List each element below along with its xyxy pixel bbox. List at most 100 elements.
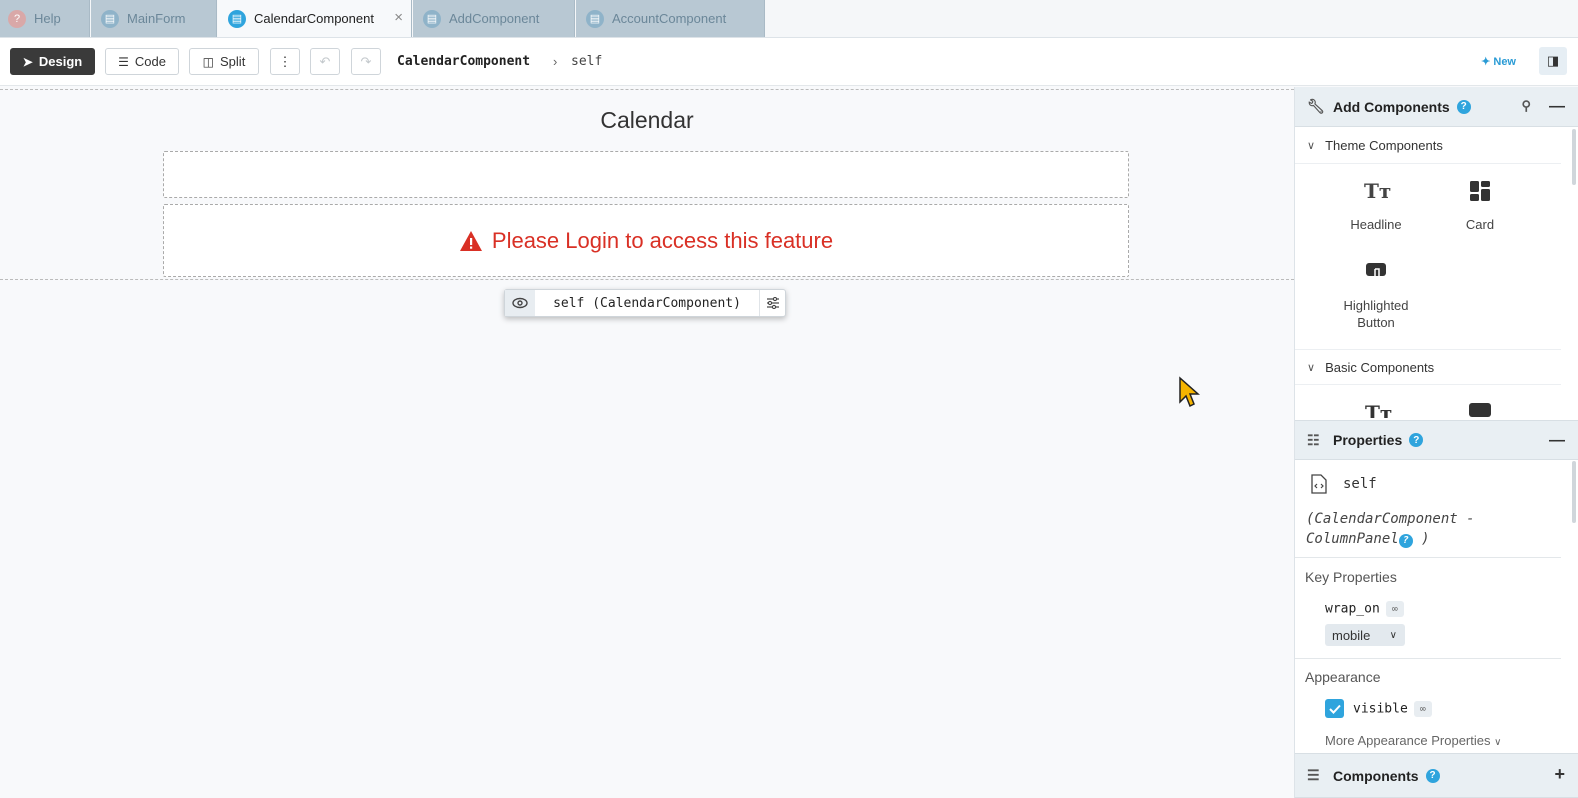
component-settings-button[interactable] — [759, 290, 785, 316]
more-appearance-text: More Appearance Properties — [1325, 733, 1491, 748]
component-label: Card — [1465, 217, 1495, 232]
visible-label: visible ∞ — [1353, 701, 1432, 717]
breadcrumb-separator: › — [553, 54, 558, 69]
close-icon[interactable]: × — [394, 9, 403, 26]
undo-button[interactable]: ↶ — [310, 48, 340, 75]
help-icon[interactable]: ? — [1425, 768, 1440, 783]
component-label: Highlighted Button — [1343, 298, 1409, 330]
wrap-on-label: wrap_on ∞ — [1325, 601, 1404, 617]
document-icon: ▤ — [228, 9, 246, 28]
redo-button[interactable]: ↷ — [351, 48, 381, 75]
wrap-on-select[interactable]: mobile ∨ — [1325, 624, 1405, 646]
tree-icon: ☰ — [1307, 767, 1320, 783]
empty-slot[interactable] — [163, 151, 1129, 198]
more-icon: ⋮ — [278, 53, 292, 69]
undo-icon: ↶ — [319, 53, 331, 69]
split-button[interactable]: ◫ Split — [189, 48, 259, 75]
column-panel[interactable]: Calendar Please Login to access this fea… — [0, 89, 1294, 280]
visible-text: visible — [1353, 701, 1408, 717]
section-label: Theme Components — [1325, 138, 1443, 153]
help-icon[interactable]: ? — [1456, 99, 1471, 114]
properties-title: Properties — [1333, 432, 1403, 448]
design-canvas[interactable]: Calendar Please Login to access this fea… — [0, 87, 1294, 798]
check-icon — [1328, 704, 1341, 714]
document-icon: ▤ — [423, 9, 441, 28]
tab-label: AddComponent — [449, 11, 540, 26]
tab-addcomponent[interactable]: ▤ AddComponent — [413, 0, 575, 37]
help-icon[interactable]: ? — [1409, 433, 1424, 447]
component-type-line2: ColumnPanel — [1306, 531, 1399, 547]
theme-components-section[interactable]: ∨ Theme Components — [1295, 128, 1561, 164]
file-code-icon — [1311, 474, 1327, 494]
components-header[interactable]: ☰ Components ? + — [1295, 753, 1578, 798]
wrap-on-value: mobile — [1332, 627, 1371, 643]
selection-label[interactable]: self (CalendarComponent) — [535, 296, 759, 311]
sliders-icon: ☷ — [1307, 431, 1320, 448]
link-icon[interactable]: ∞ — [1413, 701, 1432, 717]
appearance-label: Appearance — [1305, 669, 1381, 685]
search-icon[interactable]: ⚲ — [1521, 98, 1531, 114]
add-components-title: Add Components — [1333, 98, 1450, 115]
more-appearance-link[interactable]: More Appearance Properties ∨ — [1325, 733, 1501, 748]
highlighted-button-component[interactable]: Highlighted Button — [1326, 259, 1426, 331]
visible-checkbox[interactable] — [1325, 699, 1344, 718]
document-icon: ▤ — [586, 9, 604, 28]
component-name: self — [1343, 476, 1377, 492]
new-button[interactable]: ✦ New — [1481, 55, 1516, 68]
toolbar: ➤ Design ☰ Code ◫ Split ⋮ ↶ ↷ CalendarCo… — [0, 38, 1578, 86]
chevron-down-icon: ∨ — [1494, 737, 1502, 748]
new-label: New — [1493, 56, 1516, 68]
tab-label: Help — [34, 11, 61, 26]
panel-toggle-button[interactable]: ◨ — [1539, 47, 1567, 75]
link-icon[interactable]: ∞ — [1385, 601, 1404, 617]
basic-components-list: Tт — [1295, 387, 1561, 418]
component-label: Headline — [1350, 217, 1402, 232]
design-button[interactable]: ➤ Design — [10, 48, 95, 75]
help-icon: ? — [8, 9, 26, 28]
login-message: Please Login to access this feature — [491, 227, 834, 253]
card-component[interactable]: Card — [1430, 179, 1530, 232]
scrollbar[interactable] — [1572, 461, 1576, 523]
visibility-toggle[interactable] — [505, 290, 535, 316]
tab-accountcomponent[interactable]: ▤ AccountComponent — [576, 0, 765, 37]
components-title: Components — [1333, 767, 1419, 784]
chevron-down-icon: ∨ — [1389, 629, 1397, 641]
design-label: Design — [38, 54, 83, 69]
properties-header[interactable]: ☷ Properties ? — — [1295, 420, 1578, 460]
code-button[interactable]: ☰ Code — [105, 48, 179, 75]
component-type: (CalendarComponent - ColumnPanel? ) — [1306, 509, 1475, 549]
side-panel: 🔧︎ Add Components ? ⚲ — ∨ Theme Componen… — [1294, 87, 1578, 798]
add-icon[interactable]: + — [1554, 764, 1565, 785]
send-icon: ➤ — [22, 54, 33, 69]
key-properties-label: Key Properties — [1305, 569, 1397, 585]
help-icon[interactable]: ? — [1398, 534, 1413, 548]
minimize-icon[interactable]: — — [1549, 432, 1565, 450]
chevron-down-icon: ∨ — [1307, 140, 1316, 152]
section-label: Basic Components — [1325, 359, 1435, 375]
minimize-icon[interactable]: — — [1549, 98, 1565, 116]
add-components-header[interactable]: 🔧︎ Add Components ? ⚲ — — [1295, 87, 1578, 127]
selection-toolbar: self (CalendarComponent) — [504, 289, 786, 317]
split-label: Split — [220, 54, 246, 69]
page-title: Calendar — [600, 107, 694, 133]
tab-label: MainForm — [127, 11, 186, 26]
headline-component[interactable]: Tт Headline — [1326, 179, 1426, 232]
button-icon[interactable] — [1469, 403, 1491, 417]
breadcrumb-self[interactable]: self — [571, 54, 602, 69]
basic-components-section[interactable]: ∨ Basic Components — [1295, 349, 1561, 385]
redo-icon: ↷ — [360, 53, 372, 69]
document-icon: ▤ — [101, 9, 119, 28]
button-click-icon — [1366, 263, 1386, 280]
more-button[interactable]: ⋮ — [270, 48, 300, 75]
tab-help[interactable]: ? Help — [0, 0, 90, 37]
tab-mainform[interactable]: ▤ MainForm — [91, 0, 217, 37]
sparkle-icon: ✦ — [1481, 56, 1491, 68]
breadcrumb-component[interactable]: CalendarComponent — [397, 54, 530, 69]
tab-calendarcomponent[interactable]: ▤ CalendarComponent × — [218, 0, 412, 37]
scrollbar[interactable] — [1572, 129, 1576, 185]
component-type-close: ) — [1421, 531, 1430, 547]
warning-icon — [459, 230, 482, 251]
text-icon[interactable]: Tт — [1365, 401, 1392, 418]
login-message-container[interactable]: Please Login to access this feature — [163, 204, 1129, 277]
eye-icon — [512, 297, 528, 309]
